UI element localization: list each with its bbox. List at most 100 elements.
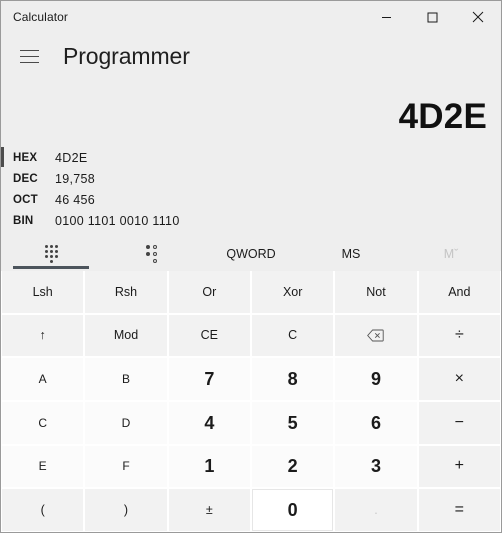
hex-e-button-label: E: [38, 459, 47, 474]
and-button[interactable]: And: [418, 271, 500, 313]
not-button[interactable]: Not: [335, 271, 417, 313]
digit-0-button-label: 0: [287, 500, 298, 521]
hex-b-button-label: B: [121, 372, 130, 387]
add-button[interactable]: +: [418, 445, 500, 488]
memory-store[interactable]: MS: [301, 237, 401, 271]
digit-6-button-label: 6: [370, 412, 381, 433]
clear-button[interactable]: C: [252, 314, 334, 357]
hex-d-button[interactable]: D: [85, 402, 167, 444]
hamburger-icon[interactable]: [9, 38, 49, 74]
base-label: OCT: [13, 193, 38, 206]
base-value: 4D2E: [55, 150, 88, 165]
digit-0-button[interactable]: 0: [252, 489, 334, 531]
base-selection-indicator: [1, 147, 4, 167]
mod-button-label: Mod: [113, 328, 139, 343]
subtract-button[interactable]: −: [418, 402, 500, 444]
clear-button-label: C: [288, 328, 298, 343]
divide-button[interactable]: ÷: [418, 314, 500, 357]
close-button[interactable]: [455, 1, 501, 33]
shift-up-button[interactable]: ↑: [2, 314, 84, 357]
digit-6-button[interactable]: 6: [335, 402, 417, 444]
shift-up-button-label: ↑: [39, 328, 46, 343]
base-row-dec[interactable]: DEC 19,758: [1, 168, 501, 189]
base-label: DEC: [13, 172, 38, 185]
digit-1-button[interactable]: 1: [168, 445, 250, 488]
app-header: Programmer: [1, 33, 501, 79]
and-button-label: And: [448, 284, 471, 299]
multiply-button-label: ×: [454, 370, 464, 388]
display-value[interactable]: 4D2E: [1, 79, 487, 143]
digit-9-button[interactable]: 9: [335, 358, 417, 400]
left-paren-button[interactable]: (: [2, 489, 84, 531]
base-row-hex[interactable]: HEX 4D2E: [1, 147, 501, 168]
digit-2-button[interactable]: 2: [252, 445, 334, 488]
xor-button[interactable]: Xor: [252, 271, 334, 313]
or-button[interactable]: Or: [168, 271, 250, 313]
hex-f-button-label: F: [122, 459, 130, 474]
digit-9-button-label: 9: [370, 369, 381, 390]
add-button-label: +: [454, 457, 464, 475]
base-row-bin[interactable]: BIN 0100 1101 0010 1110: [1, 210, 501, 231]
right-paren-button[interactable]: ): [85, 489, 167, 531]
minimize-button[interactable]: [363, 1, 409, 33]
plus-minus-button[interactable]: ±: [168, 489, 250, 531]
title-bar: Calculator: [1, 1, 501, 33]
page-title: Programmer: [63, 42, 190, 69]
digit-3-button[interactable]: 3: [335, 445, 417, 488]
bit-toggle-tab[interactable]: [101, 237, 201, 271]
hex-e-button[interactable]: E: [2, 445, 84, 488]
word-size-qword[interactable]: QWORD: [201, 237, 301, 271]
keypad-icon: [44, 245, 58, 263]
bit-toggle-icon: [145, 245, 157, 263]
digit-3-button-label: 3: [370, 456, 381, 477]
digit-5-button[interactable]: 5: [252, 402, 334, 444]
base-row-oct[interactable]: OCT 46 456: [1, 189, 501, 210]
hex-d-button-label: D: [121, 415, 131, 430]
multiply-button[interactable]: ×: [418, 358, 500, 400]
hex-a-button[interactable]: A: [2, 358, 84, 400]
maximize-icon: [427, 12, 437, 22]
base-label: HEX: [13, 151, 38, 164]
keypad: Lsh Rsh Or Xor Not And ↑ Mod CE C ÷ A B 7 8 9 × C D 4 5 6 − E F 1…: [1, 271, 501, 532]
toolbar-row: QWORD MS Mˇ: [1, 237, 501, 271]
equals-button-label: =: [454, 501, 464, 519]
memory-dropdown-label: Mˇ: [443, 247, 459, 261]
plus-minus-button-label: ±: [205, 502, 213, 517]
close-icon: [472, 11, 484, 23]
backspace-button[interactable]: [335, 314, 417, 357]
equals-button[interactable]: =: [418, 489, 500, 531]
hamburger-line: [19, 55, 39, 57]
digit-5-button-label: 5: [287, 412, 298, 433]
hamburger-line: [19, 61, 39, 63]
decimal-point-button-label: .: [374, 502, 378, 517]
mod-button[interactable]: Mod: [85, 314, 167, 357]
digit-2-button-label: 2: [287, 456, 298, 477]
clear-entry-button-label: CE: [200, 328, 219, 343]
hex-c-button[interactable]: C: [2, 402, 84, 444]
hex-f-button[interactable]: F: [85, 445, 167, 488]
word-size-qword-label: QWORD: [226, 247, 276, 261]
lsh-button[interactable]: Lsh: [2, 271, 84, 313]
base-value: 46 456: [55, 192, 96, 207]
window-controls: [363, 1, 501, 33]
clear-entry-button[interactable]: CE: [168, 314, 250, 357]
display-area: 4D2E: [1, 79, 501, 143]
hex-c-button-label: C: [38, 415, 47, 430]
digit-8-button[interactable]: 8: [252, 358, 334, 400]
subtract-button-label: −: [454, 413, 464, 431]
maximize-button[interactable]: [409, 1, 455, 33]
keypad-tab[interactable]: [1, 237, 101, 271]
digit-7-button[interactable]: 7: [168, 358, 250, 400]
base-label: BIN: [13, 214, 34, 227]
left-paren-button-label: (: [40, 502, 45, 517]
base-value: 19,758: [55, 171, 96, 186]
hamburger-line: [19, 49, 39, 51]
rsh-button[interactable]: Rsh: [85, 271, 167, 313]
minimize-icon: [381, 16, 391, 18]
digit-4-button[interactable]: 4: [168, 402, 250, 444]
memory-dropdown: Mˇ: [401, 237, 501, 271]
digit-1-button-label: 1: [204, 456, 215, 477]
xor-button-label: Xor: [282, 284, 303, 299]
hex-b-button[interactable]: B: [85, 358, 167, 400]
hex-a-button-label: A: [38, 372, 47, 387]
